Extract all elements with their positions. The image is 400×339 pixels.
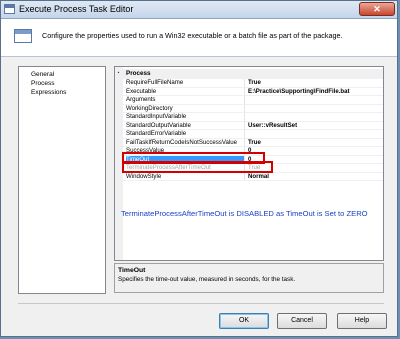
nav-item-general[interactable]: General bbox=[31, 70, 105, 79]
row-divider bbox=[123, 180, 383, 181]
property-row-arguments[interactable]: Arguments bbox=[123, 96, 383, 105]
terminate-highlight-box bbox=[122, 161, 273, 173]
annotation-note: TerminateProcessAfterTimeOut is DISABLED… bbox=[121, 209, 368, 218]
category-label: Process bbox=[126, 70, 151, 77]
property-row-standardinputvariable[interactable]: StandardInputVariable bbox=[123, 113, 383, 122]
header-description: Configure the properties used to run a W… bbox=[42, 31, 343, 40]
task-icon bbox=[14, 29, 32, 43]
category-process[interactable]: ▪ Process bbox=[115, 69, 383, 79]
description-text: Specifies the time-out value, measured i… bbox=[118, 276, 296, 283]
property-row-requirefullfilename[interactable]: RequireFullFileName True bbox=[123, 79, 383, 88]
window-title: Execute Process Task Editor bbox=[19, 4, 134, 14]
property-row-windowstyle[interactable]: WindowStyle Normal bbox=[123, 172, 383, 181]
nav-item-process[interactable]: Process bbox=[31, 79, 105, 88]
property-row-standardoutputvariable[interactable]: StandardOutputVariable User::vResultSet bbox=[123, 121, 383, 130]
header-panel: Configure the properties used to run a W… bbox=[1, 19, 397, 57]
page-list: General Process Expressions bbox=[18, 66, 106, 294]
help-button[interactable]: Help bbox=[337, 313, 387, 329]
footer-divider bbox=[18, 303, 384, 304]
nav-item-expressions[interactable]: Expressions bbox=[31, 88, 105, 97]
description-title: TimeOut bbox=[118, 267, 146, 274]
property-row-workingdirectory[interactable]: WorkingDirectory bbox=[123, 104, 383, 113]
close-icon[interactable]: ✕ bbox=[359, 2, 395, 16]
description-panel: TimeOut Specifies the time-out value, me… bbox=[114, 263, 384, 293]
cancel-button[interactable]: Cancel bbox=[277, 313, 327, 329]
property-row-standarderrorvariable[interactable]: StandardErrorVariable bbox=[123, 130, 383, 139]
collapse-icon[interactable]: ▪ bbox=[116, 71, 121, 76]
property-row-executable[interactable]: Executable E:\Practice\Supporting\FindFi… bbox=[123, 87, 383, 96]
execute-process-task-editor-window: Execute Process Task Editor ✕ Configure … bbox=[0, 0, 398, 337]
ok-button[interactable]: OK bbox=[219, 313, 269, 329]
window-icon bbox=[4, 4, 15, 14]
property-row-failtaskifreturncodeisnotsuccessvalue[interactable]: FailTaskIfReturnCodeIsNotSuccessValue Tr… bbox=[123, 138, 383, 147]
title-bar[interactable]: Execute Process Task Editor ✕ bbox=[1, 1, 397, 19]
